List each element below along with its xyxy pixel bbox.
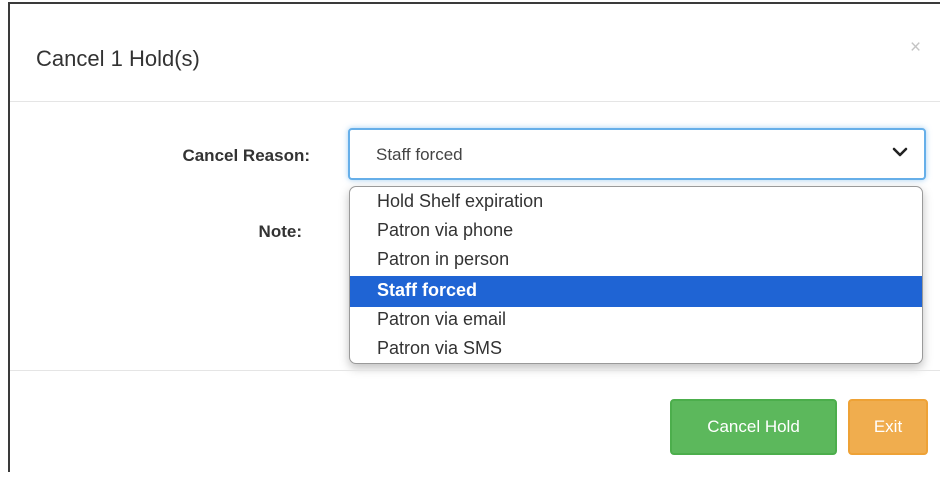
modal-footer: Cancel Hold Exit (10, 370, 940, 480)
modal-header: Cancel 1 Hold(s) × (10, 4, 940, 102)
note-label: Note: (258, 222, 302, 241)
cancel-hold-dialog: Cancel 1 Hold(s) × Cancel Reason: Note: … (8, 2, 940, 472)
cancel-reason-value: Staff forced (376, 145, 463, 164)
modal-title: Cancel 1 Hold(s) (36, 46, 200, 71)
chevron-down-icon (892, 147, 908, 157)
cancel-hold-button[interactable]: Cancel Hold (670, 399, 837, 455)
cancel-reason-select[interactable]: Staff forced (348, 128, 926, 180)
option-patron-via-email[interactable]: Patron via email (350, 305, 922, 336)
exit-button[interactable]: Exit (848, 399, 928, 455)
option-patron-via-phone[interactable]: Patron via phone (350, 216, 922, 247)
option-staff-forced[interactable]: Staff forced (350, 276, 922, 307)
modal-body: Cancel Reason: Note: Staff forced Hold S… (10, 102, 940, 372)
option-patron-via-sms[interactable]: Patron via SMS (350, 334, 922, 363)
option-hold-shelf-expiration[interactable]: Hold Shelf expiration (350, 187, 922, 218)
cancel-reason-label: Cancel Reason: (182, 146, 310, 165)
option-patron-in-person[interactable]: Patron in person (350, 245, 922, 276)
cancel-reason-dropdown: Hold Shelf expiration Patron via phone P… (349, 186, 923, 364)
close-icon[interactable]: × (910, 38, 921, 58)
